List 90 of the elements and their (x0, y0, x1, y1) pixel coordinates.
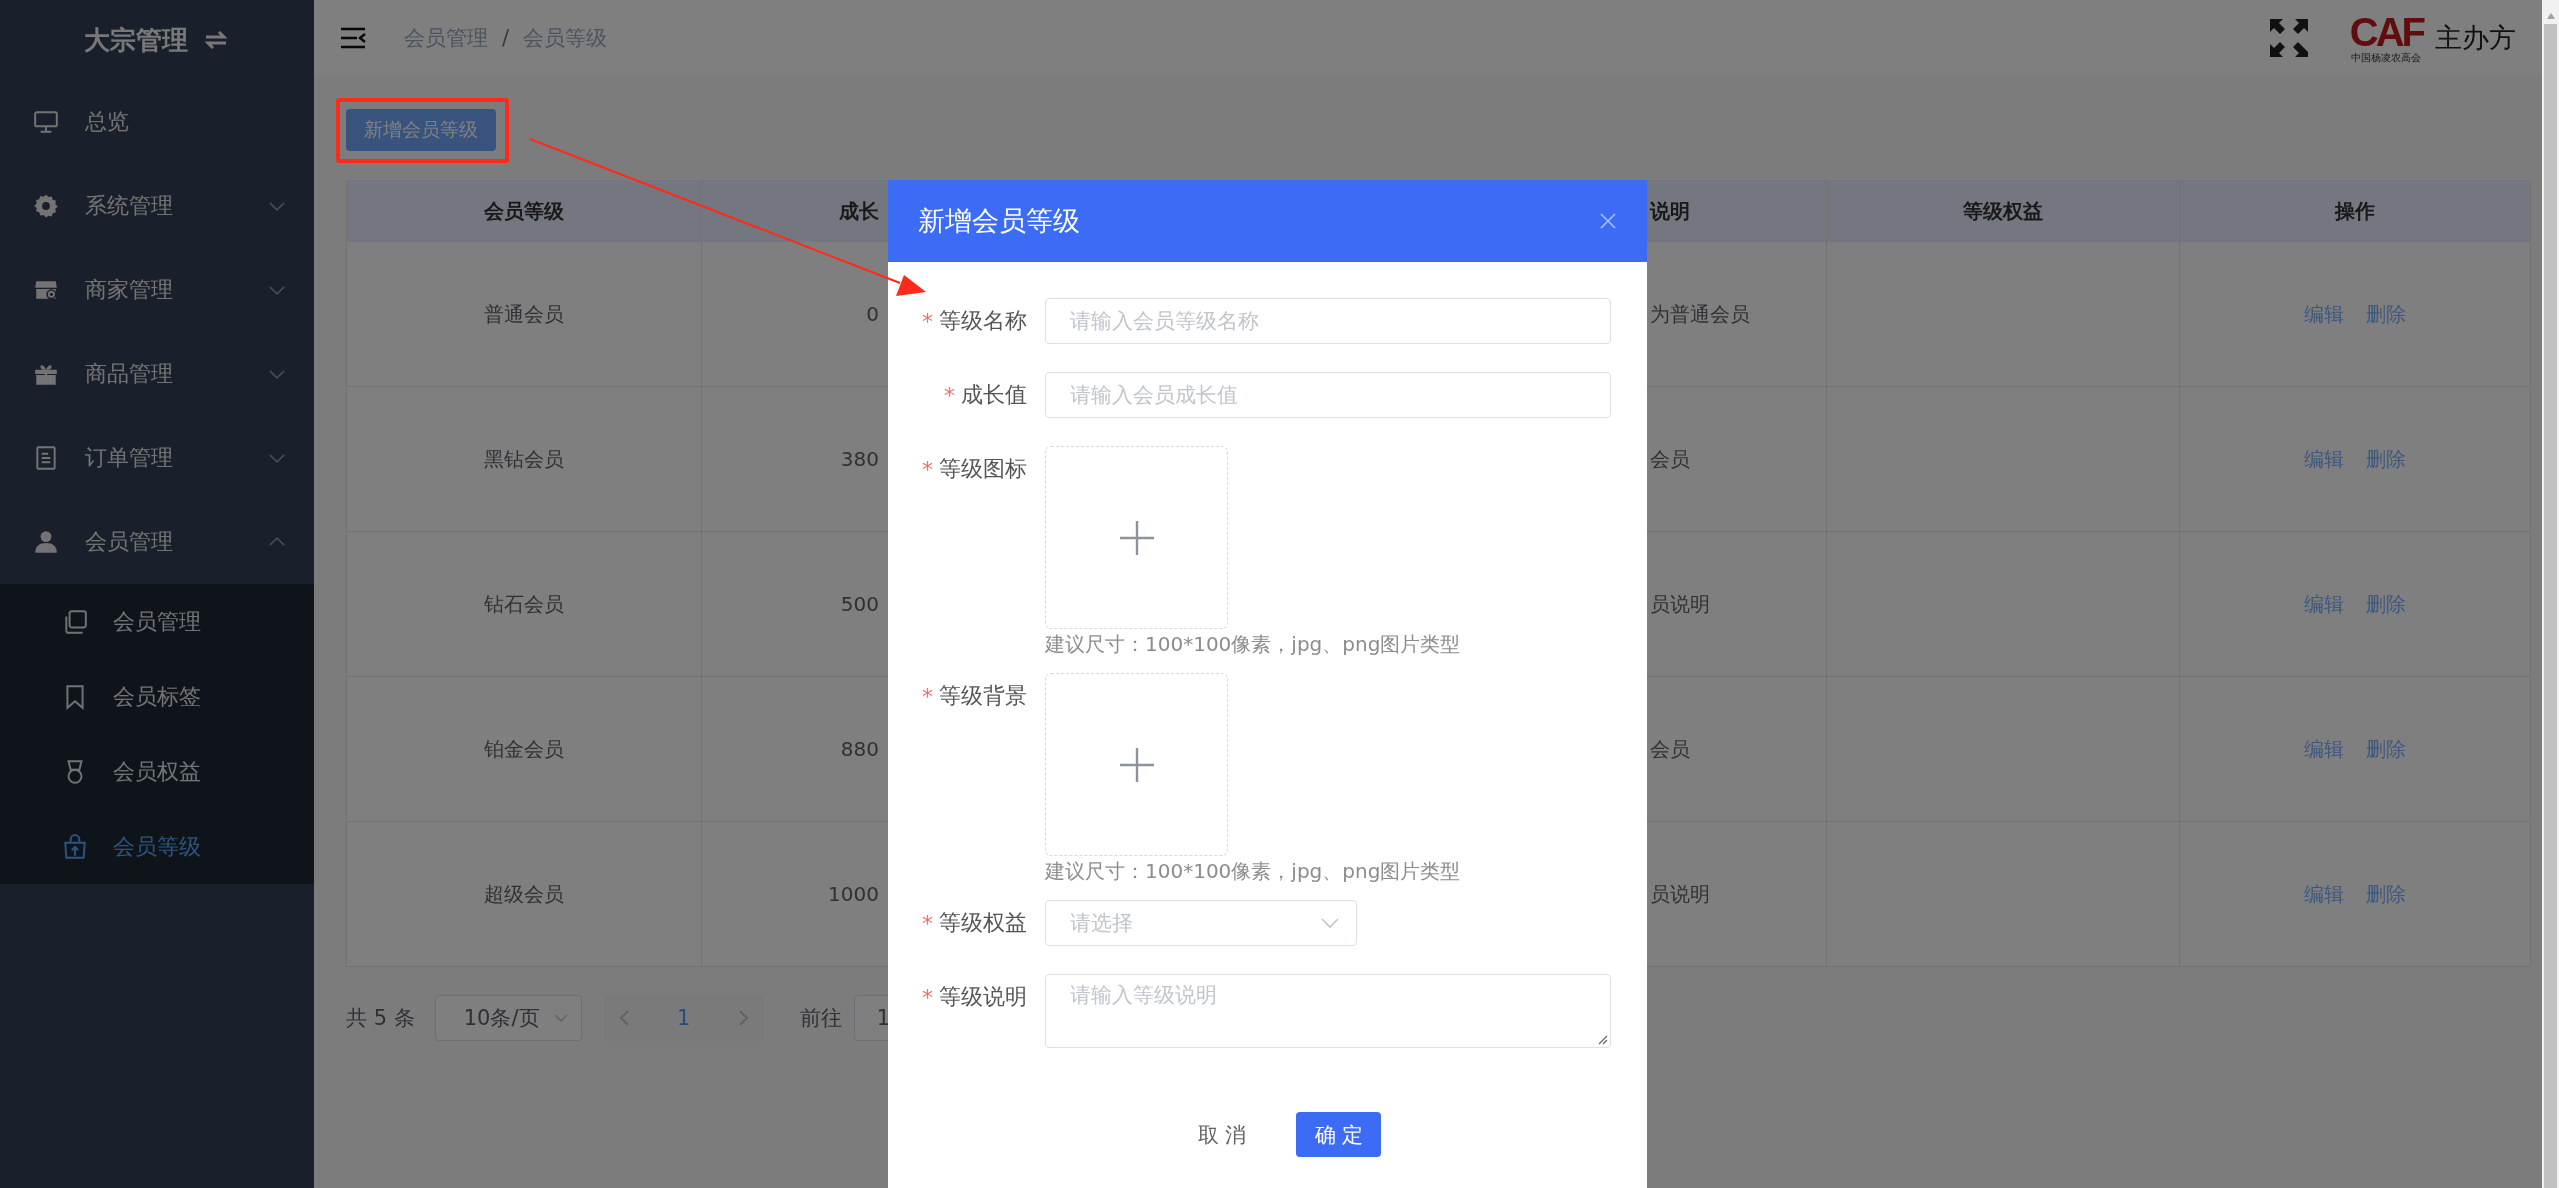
sidebar-item[interactable]: 订单管理 (0, 416, 314, 500)
menu-fold-icon[interactable] (340, 26, 366, 49)
upload-box[interactable] (1045, 446, 1228, 629)
fullscreen-icon[interactable] (2267, 16, 2310, 59)
required-mark: * (922, 910, 933, 936)
table-cell: 为普通会员 (1650, 300, 1750, 328)
copy-icon (62, 608, 88, 635)
goto-label: 前往 (799, 1005, 842, 1032)
cancel-button[interactable]: 取消 (1174, 1112, 1276, 1157)
organizer-label: 主办方 (2435, 20, 2516, 55)
sidebar-subitem[interactable]: 会员等级 (0, 809, 314, 884)
upload-box[interactable] (1045, 673, 1228, 856)
shopping-bag-icon (62, 833, 88, 860)
field-label: 等级图标 (939, 455, 1027, 483)
column-header: 等级权益 (1963, 197, 2043, 225)
resize-grip-icon (1596, 1033, 1608, 1045)
table-cell: 超级会员 (484, 880, 564, 908)
breadcrumb-separator: / (502, 25, 510, 50)
text-area[interactable]: 请输入等级说明 (1045, 974, 1611, 1048)
switch-icon[interactable] (202, 28, 230, 52)
confirm-button[interactable]: 确定 (1296, 1112, 1381, 1157)
delete-link[interactable]: 删除 (2366, 735, 2406, 763)
delete-link[interactable]: 删除 (2366, 880, 2406, 908)
edit-link[interactable]: 编辑 (2304, 445, 2344, 473)
column-header: 会员等级 (484, 197, 564, 225)
dialog-title: 新增会员等级 (918, 204, 1080, 238)
edit-link[interactable]: 编辑 (2304, 880, 2344, 908)
plus-icon (1118, 519, 1155, 556)
app-title: 大宗管理 (84, 23, 188, 57)
field-label: 等级权益 (939, 909, 1027, 937)
user-icon (33, 529, 59, 555)
total-count: 共 5 条 (346, 1005, 415, 1032)
close-icon[interactable] (1599, 212, 1617, 230)
edit-link[interactable]: 编辑 (2304, 300, 2344, 328)
table-cell: 铂金会员 (484, 735, 564, 763)
table-cell: 黑钻会员 (484, 445, 564, 473)
field-label: 等级背景 (939, 682, 1027, 710)
delete-link[interactable]: 删除 (2366, 445, 2406, 473)
table-cell: 钻石会员 (484, 590, 564, 618)
table-cell: 0 (866, 302, 879, 326)
field-label: 成长值 (961, 381, 1027, 409)
document-icon (33, 445, 59, 471)
field-label: 等级说明 (939, 983, 1027, 1011)
required-mark: * (922, 308, 933, 334)
column-header: 操作 (2335, 197, 2375, 225)
sidebar-item[interactable]: 商品管理 (0, 332, 314, 416)
previous-page-icon[interactable] (617, 1009, 632, 1027)
sidebar-item[interactable]: 会员管理 (0, 500, 314, 584)
page-number[interactable]: 1 (677, 1006, 691, 1030)
sidebar-item[interactable]: 商家管理 (0, 248, 314, 332)
select-field[interactable]: 请选择 (1045, 900, 1357, 946)
table-cell: 1000 (828, 882, 879, 906)
table-cell: 380 (840, 447, 879, 471)
edit-link[interactable]: 编辑 (2304, 735, 2344, 763)
monitor-icon (33, 109, 59, 135)
table-cell: 会员 (1650, 445, 1690, 473)
caret-down-icon (1320, 916, 1340, 930)
settings-icon (33, 193, 59, 219)
logo-mark: CAF (2349, 11, 2423, 52)
sidebar-item[interactable]: 系统管理 (0, 164, 314, 248)
logo-caption: 中国杨凌农高会 (2351, 51, 2422, 64)
scrollbar-thumb[interactable] (2544, 24, 2557, 1188)
table-cell: 员说明 (1650, 880, 1710, 908)
upload-hint: 建议尺寸：100*100像素，jpg、png图片类型 (1045, 631, 1462, 657)
column-header: 说明 (1650, 197, 1690, 225)
table-cell: 500 (840, 592, 879, 616)
plus-icon (1118, 746, 1155, 783)
page-size-select[interactable]: 10条/页 (434, 995, 582, 1041)
table-cell: 普通会员 (484, 300, 564, 328)
required-mark: * (922, 984, 933, 1010)
edit-link[interactable]: 编辑 (2304, 590, 2344, 618)
add-level-button[interactable]: 新增会员等级 (346, 109, 496, 151)
required-mark: * (944, 382, 955, 408)
sidebar-item[interactable]: 总览 (0, 80, 314, 164)
text-field[interactable]: 请输入会员成长值 (1045, 372, 1611, 418)
sidebar-subitem[interactable]: 会员标签 (0, 659, 314, 734)
table-cell: 员说明 (1650, 590, 1710, 618)
required-mark: * (922, 683, 933, 709)
sidebar-subitem[interactable]: 会员管理 (0, 584, 314, 659)
upload-hint: 建议尺寸：100*100像素，jpg、png图片类型 (1045, 858, 1462, 884)
text-field[interactable]: 请输入会员等级名称 (1045, 298, 1611, 344)
field-label: 等级名称 (939, 307, 1027, 335)
required-mark: * (922, 456, 933, 482)
delete-link[interactable]: 删除 (2366, 300, 2406, 328)
sidebar-subitem[interactable]: 会员权益 (0, 734, 314, 809)
table-cell: 880 (840, 737, 879, 761)
column-header: 成长 (839, 197, 879, 225)
delete-link[interactable]: 删除 (2366, 590, 2406, 618)
table-cell: 会员 (1650, 735, 1690, 763)
scroll-up-icon[interactable] (2545, 12, 2556, 20)
